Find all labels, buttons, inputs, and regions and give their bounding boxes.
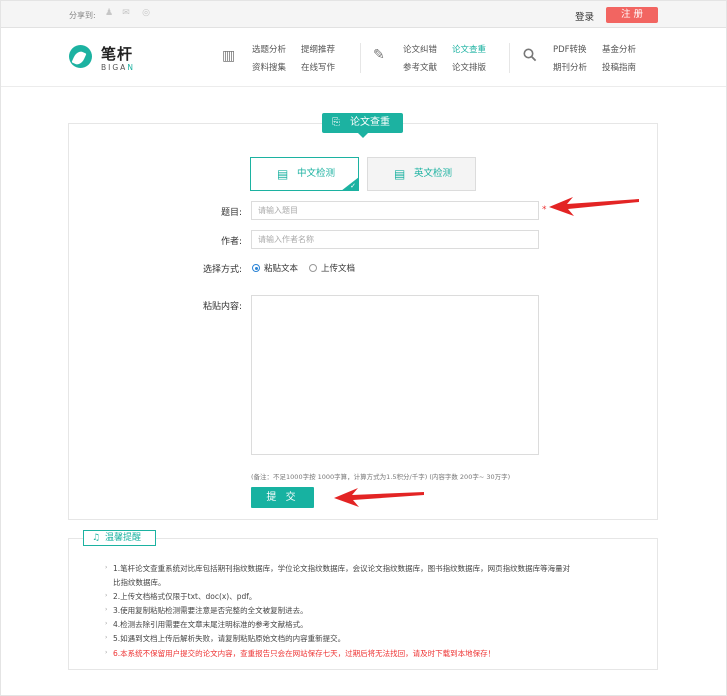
content-textarea[interactable]	[251, 295, 539, 455]
title-label: 题目:	[220, 208, 242, 218]
pen-icon: ✎	[373, 47, 385, 63]
check-icon: ✓	[350, 182, 356, 190]
document-icon: ⎘	[332, 117, 340, 128]
share-label: 分享到:	[69, 11, 96, 20]
notice-line: 2.上传文档格式仅限于txt、doc(x)、pdf。	[113, 592, 257, 601]
radio-upload-doc[interactable]	[309, 264, 317, 272]
panel-title: ⎘ 论文查重	[322, 113, 403, 138]
radio-paste-text[interactable]	[252, 264, 260, 272]
bullet-icon: ›	[105, 649, 108, 656]
books-icon: ▥	[222, 48, 236, 64]
bullet-icon: ›	[105, 606, 108, 613]
nav-outline[interactable]: 提纲推荐	[301, 43, 335, 55]
red-arrow-icon	[549, 197, 639, 216]
bullet-icon: ›	[105, 634, 108, 641]
site-header: 笔杆 BIGAN ▥ 选题分析 提纲推荐 资料搜集 在线写作 ✎ 论文纠错 论文…	[1, 29, 726, 87]
nav-references[interactable]: 参考文献	[403, 61, 437, 73]
nav-typesetting[interactable]: 论文排版	[452, 61, 486, 73]
nav-journal-analysis[interactable]: 期刊分析	[553, 61, 587, 73]
login-link[interactable]: 登录	[575, 9, 594, 23]
nav-submission-guide[interactable]: 投稿指南	[602, 61, 636, 73]
nav-divider	[509, 43, 510, 73]
author-label: 作者:	[220, 237, 242, 247]
notice-line: 1.笔杆论文查重系统对比库包括期刊指纹数据库，学位论文指纹数据库，会议论文指纹数…	[113, 564, 571, 573]
notice-line: 3.使用复制粘贴检测需要注意是否完整的全文被复制进去。	[113, 606, 308, 615]
qq-icon[interactable]: ♟	[104, 8, 114, 18]
author-input[interactable]: 请输入作者名称	[251, 230, 539, 249]
file-icon: ▤	[277, 167, 289, 181]
register-button[interactable]: 注 册	[606, 7, 658, 23]
nav-topic-analysis[interactable]: 选题分析	[252, 43, 286, 55]
submit-button[interactable]: 提 交	[251, 487, 314, 508]
note-text: (备注：不足1000字按 1000字算，计算方式为1.5积分/千字) (内容字数…	[251, 473, 511, 481]
radio-upload-doc-label[interactable]: 上传文档	[321, 262, 355, 274]
logo-text[interactable]: 笔杆	[101, 43, 133, 64]
red-arrow-icon	[334, 488, 424, 507]
nav-online-writing[interactable]: 在线写作	[301, 61, 335, 73]
notice-title: ♫ 温馨提醒	[83, 530, 156, 546]
bullet-icon: ›	[105, 564, 108, 571]
title-input[interactable]: 请输入题目	[251, 201, 539, 220]
bell-icon: ♫	[92, 533, 101, 543]
required-mark: *	[542, 205, 547, 215]
notice-line: 5.如遇到文档上传后解析失败，请复制粘贴原始文档的内容重新提交。	[113, 634, 346, 643]
nav-materials[interactable]: 资料搜集	[252, 61, 286, 73]
tab-english-check[interactable]: ▤ 英文检测	[367, 157, 476, 191]
logo-subtext: BIGAN	[101, 63, 135, 72]
notice-line: 4.检测去除引用需要在文章末尾注明标准的参考文献格式。	[113, 620, 308, 629]
nav-plagiarism-check[interactable]: 论文查重	[452, 43, 486, 55]
tab-chinese-check[interactable]: ▤ 中文检测 ✓	[250, 157, 359, 191]
file-icon: ▤	[394, 167, 406, 181]
search-icon	[523, 48, 537, 66]
nav-divider	[360, 43, 361, 73]
nav-correction[interactable]: 论文纠错	[403, 43, 437, 55]
notice-warning-line: 6.本系统不保留用户提交的论文内容，查重报告只会在网站保存七天，过期后将无法找回…	[113, 649, 496, 658]
nav-pdf-convert[interactable]: PDF转换	[553, 43, 587, 55]
weibo-icon[interactable]: ◎	[141, 8, 151, 18]
bullet-icon: ›	[105, 592, 108, 599]
top-bar: 分享到: ♟ ✉ ◎ 登录 注 册	[1, 1, 726, 28]
radio-paste-text-label[interactable]: 粘贴文本	[264, 262, 298, 274]
notice-line: 比指纹数据库。	[113, 578, 166, 587]
wechat-icon[interactable]: ✉	[121, 8, 131, 18]
bullet-icon: ›	[105, 620, 108, 627]
content-label: 粘贴内容:	[202, 302, 242, 312]
nav-fund-analysis[interactable]: 基金分析	[602, 43, 636, 55]
logo-icon[interactable]	[69, 45, 92, 68]
mode-label: 选择方式:	[202, 265, 242, 275]
